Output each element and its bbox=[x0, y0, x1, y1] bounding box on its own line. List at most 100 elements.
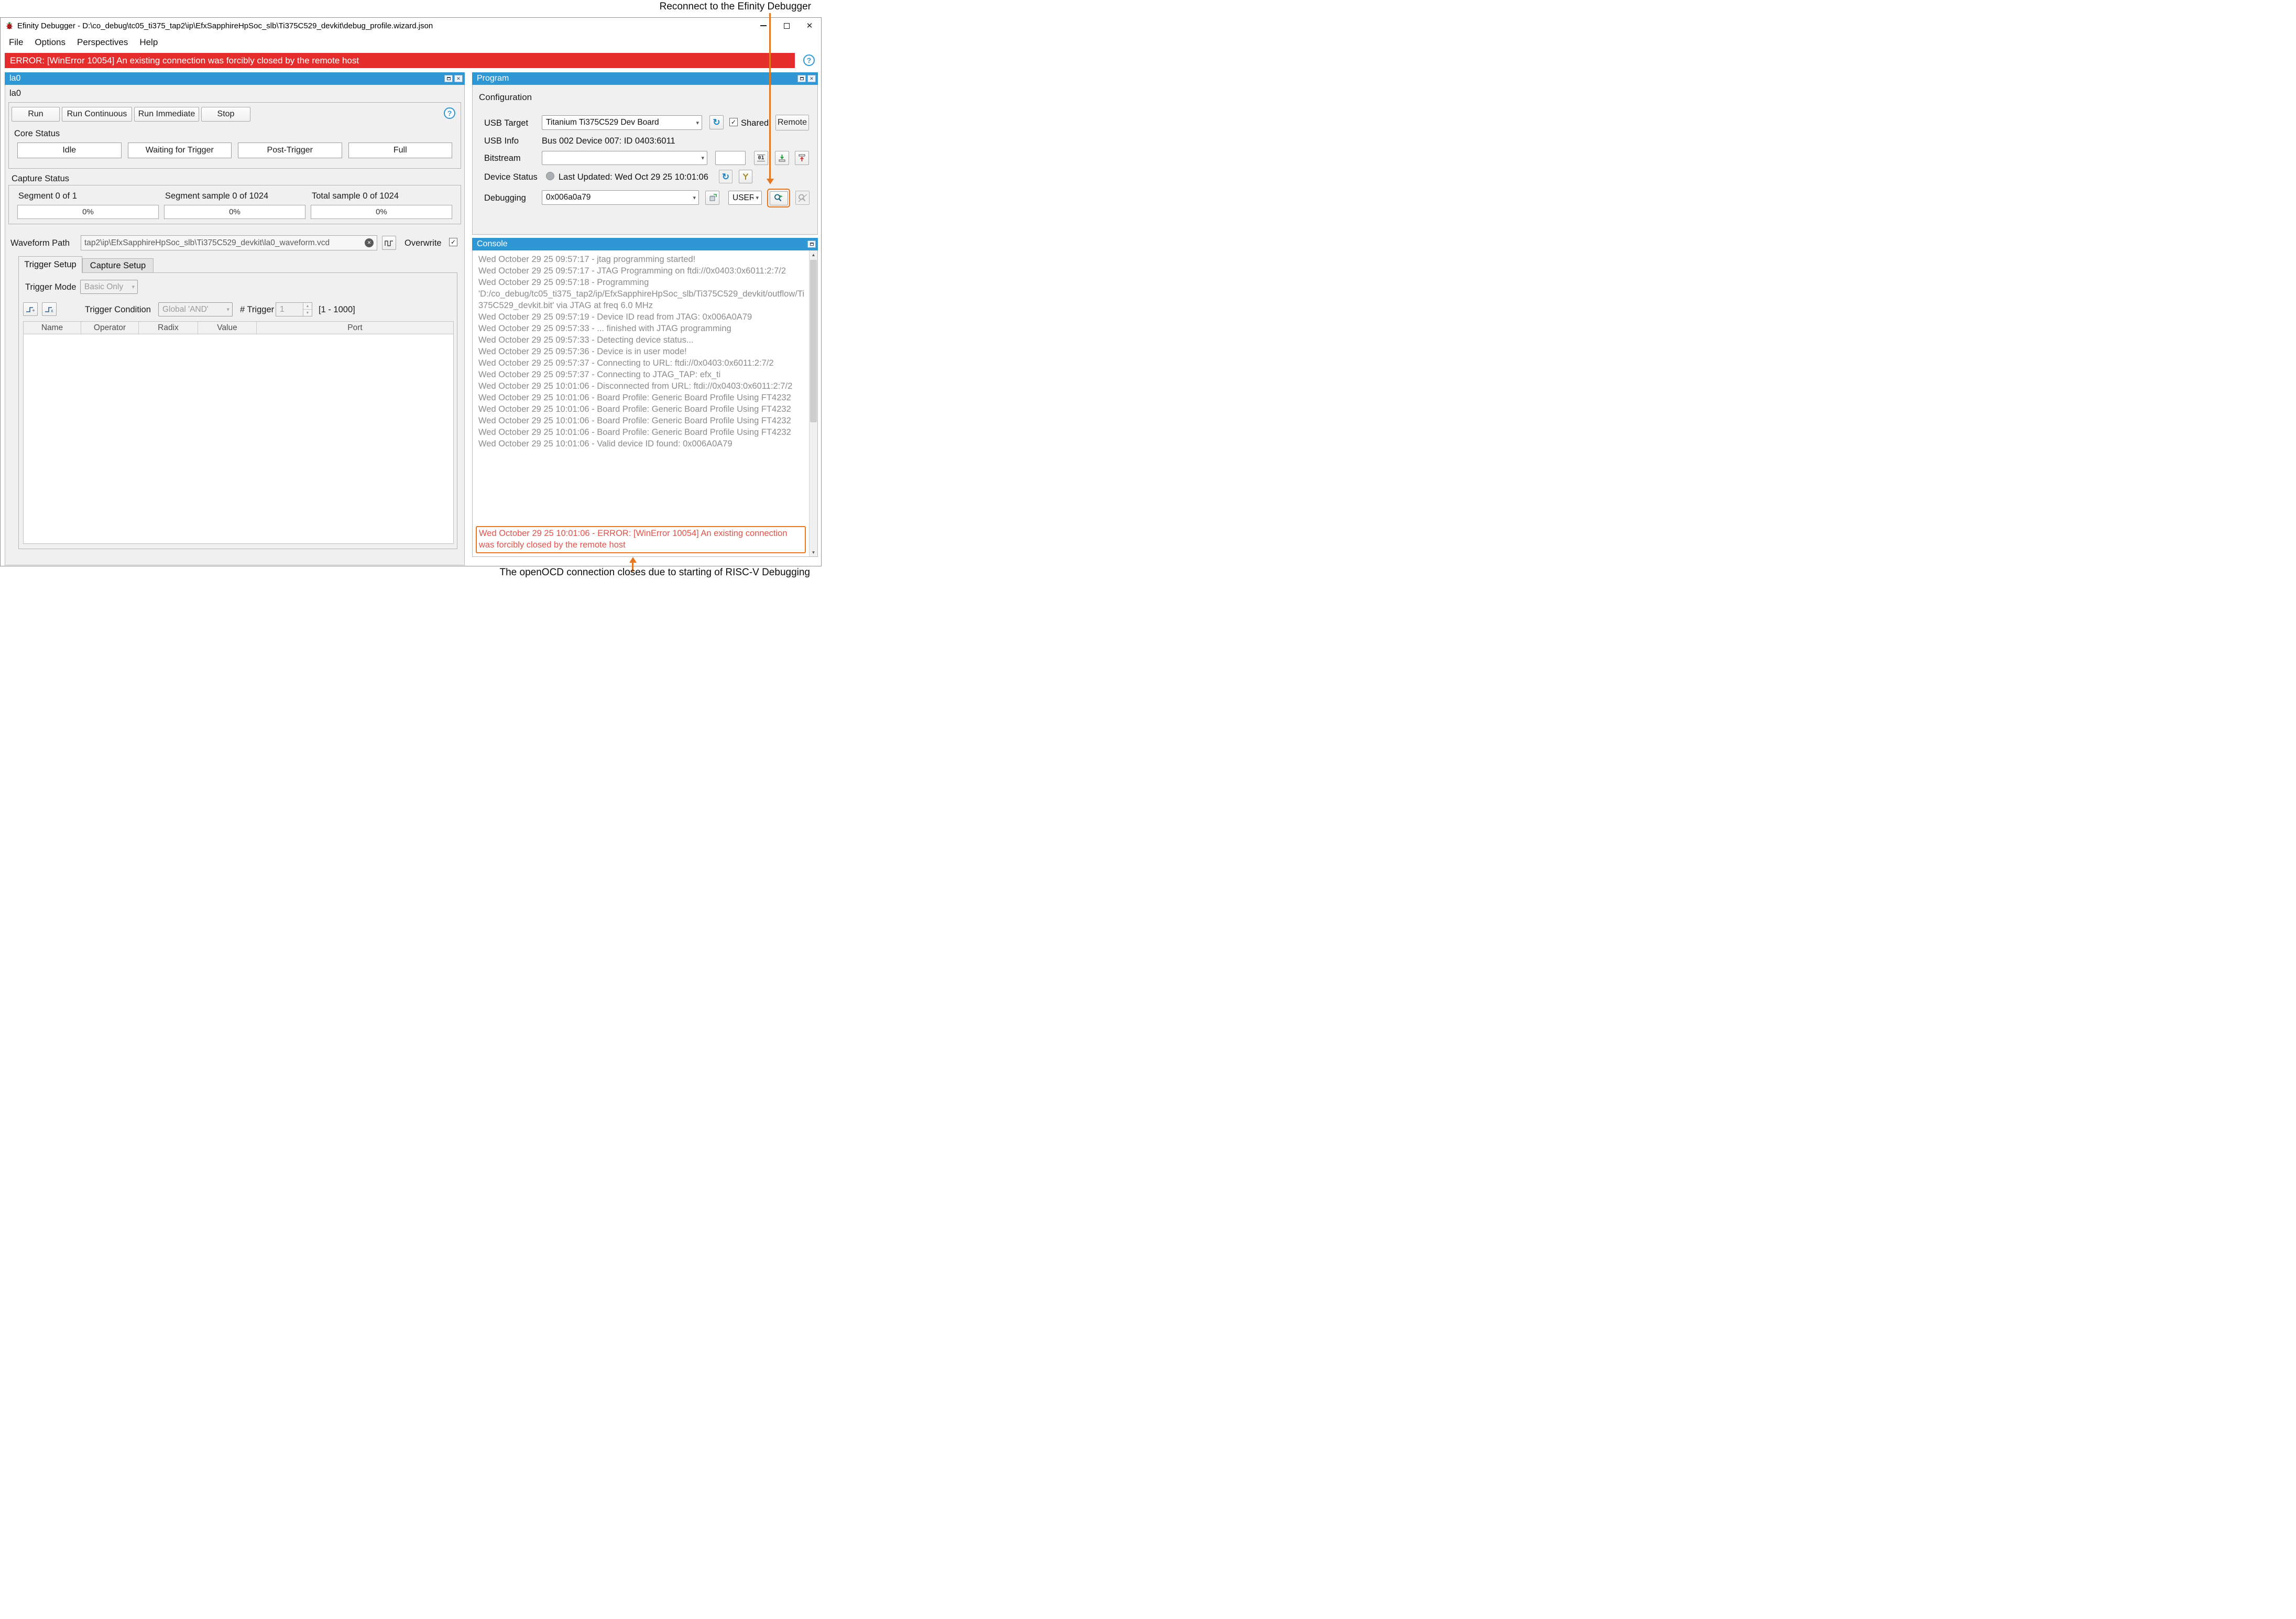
jtag-chain-button[interactable] bbox=[739, 170, 752, 183]
device-status-label: Device Status bbox=[484, 172, 538, 182]
program-device-button[interactable] bbox=[775, 151, 789, 165]
refresh-icon: ↻ bbox=[722, 172, 729, 181]
program-close-button[interactable]: ✕ bbox=[807, 75, 816, 82]
la0-panel-header: la0 ✕ bbox=[5, 72, 465, 85]
overwrite-checkbox[interactable]: ✓ bbox=[449, 238, 457, 246]
trigger-count-value: 1 bbox=[276, 303, 303, 316]
menu-item[interactable]: Perspectives bbox=[71, 35, 134, 50]
capture-segment: Segment 0 of 1 0% bbox=[17, 190, 159, 219]
remote-button[interactable]: Remote bbox=[775, 115, 809, 130]
menu-item[interactable]: File bbox=[3, 35, 29, 50]
capture-segment: Segment sample 0 of 1024 0% bbox=[164, 190, 305, 219]
maximize-button[interactable] bbox=[775, 18, 798, 34]
annotation-openocd-label: The openOCD connection closes due to sta… bbox=[500, 567, 811, 578]
trigger-add-icon: + bbox=[25, 305, 36, 314]
core-status-cell: Idle bbox=[17, 143, 122, 158]
capture-segment: Total sample 0 of 1024 0% bbox=[311, 190, 452, 219]
add-trigger-button[interactable]: + bbox=[23, 302, 38, 316]
program-float-button[interactable] bbox=[797, 75, 806, 82]
chip-icon bbox=[708, 194, 717, 202]
console-log-line: Wed October 29 25 09:57:37 - Connecting … bbox=[478, 369, 806, 380]
remove-trigger-button[interactable]: x bbox=[42, 302, 57, 316]
restore-icon bbox=[800, 77, 804, 80]
minimize-button[interactable] bbox=[752, 18, 775, 34]
scrollbar-thumb[interactable] bbox=[810, 260, 817, 422]
usb-info-label: USB Info bbox=[484, 136, 519, 146]
capture-status-label: Capture Status bbox=[12, 174, 69, 184]
trigger-table-column-header[interactable]: Name bbox=[24, 322, 81, 334]
waveform-path-label: Waveform Path bbox=[10, 238, 70, 248]
trigger-table-column-header[interactable]: Value bbox=[198, 322, 257, 334]
debugging-label: Debugging bbox=[484, 193, 526, 203]
shared-checkbox[interactable]: ✓ bbox=[729, 118, 738, 126]
usb-target-label: USB Target bbox=[484, 118, 528, 128]
stop-program-button[interactable] bbox=[795, 151, 809, 165]
console-log-line: Wed October 29 25 10:01:06 - Disconnecte… bbox=[478, 380, 806, 392]
program-panel: Program ✕ Configuration USB Target Titan… bbox=[472, 72, 818, 235]
bitstream-aux-field[interactable] bbox=[715, 151, 746, 165]
waveform-path-field[interactable]: tap2\ip\EfxSapphireHpSoc_slb\Ti375C529_d… bbox=[81, 235, 377, 250]
capture-segment-label: Total sample 0 of 1024 bbox=[312, 191, 452, 201]
capture-progress-bar: 0% bbox=[164, 205, 305, 219]
scroll-down-icon[interactable]: ▼ bbox=[810, 548, 817, 556]
usb-info-value: Bus 002 Device 007: ID 0403:6011 bbox=[542, 136, 675, 146]
trigger-mode-select[interactable]: Basic Only ▾ bbox=[80, 280, 138, 294]
trigger-condition-select[interactable]: Global 'AND' ▾ bbox=[158, 302, 233, 316]
refresh-usb-button[interactable]: ↻ bbox=[709, 115, 724, 129]
help-icon[interactable]: ? bbox=[803, 54, 815, 66]
menu-item[interactable]: Options bbox=[29, 35, 71, 50]
debugging-id-select[interactable]: 0x006a0a79 ▾ bbox=[542, 190, 699, 205]
capture-progress-bar: 0% bbox=[17, 205, 159, 219]
disconnect-debugger-button[interactable] bbox=[795, 191, 810, 205]
console-log-line: Wed October 29 25 09:57:36 - Device is i… bbox=[478, 346, 806, 357]
close-icon: ✕ bbox=[810, 76, 814, 81]
window-controls: ✕ bbox=[752, 18, 821, 34]
device-status-indicator-icon bbox=[546, 172, 554, 180]
open-waveform-button[interactable] bbox=[382, 236, 396, 250]
console-log-line: Wed October 29 25 09:57:33 - Detecting d… bbox=[478, 334, 806, 346]
la0-instance-label: la0 bbox=[9, 89, 21, 99]
clear-path-icon[interactable]: ✕ bbox=[365, 238, 374, 247]
refresh-status-button[interactable]: ↻ bbox=[719, 170, 732, 183]
stop-button[interactable]: Stop bbox=[201, 107, 250, 122]
chevron-down-icon: ▾ bbox=[694, 119, 699, 126]
usb-target-select[interactable]: Titanium Ti375C529 Dev Board ▾ bbox=[542, 115, 702, 130]
bitstream-select[interactable]: ▾ bbox=[542, 151, 707, 165]
help-icon[interactable]: ? bbox=[444, 107, 455, 119]
console-float-button[interactable] bbox=[807, 240, 816, 248]
trigger-count-spinner[interactable]: 1 ▲ ▼ bbox=[276, 302, 312, 316]
close-button[interactable]: ✕ bbox=[798, 18, 821, 34]
debug-connect-icon bbox=[773, 193, 784, 203]
chevron-down-icon: ▾ bbox=[699, 155, 704, 161]
tab-trigger-setup[interactable]: Trigger Setup bbox=[18, 256, 82, 273]
trigger-table-column-header[interactable]: Radix bbox=[139, 322, 198, 334]
program-panel-body: Configuration USB Target Titanium Ti375C… bbox=[472, 85, 818, 235]
trigger-table-column-header[interactable]: Operator bbox=[81, 322, 139, 334]
binary-mode-button[interactable]: 01 bbox=[754, 151, 768, 165]
debug-chip-button[interactable] bbox=[705, 191, 719, 205]
la0-float-button[interactable] bbox=[444, 75, 453, 82]
console-scrollbar[interactable]: ▲ ▼ bbox=[809, 250, 817, 556]
user-register-select[interactable]: USER1 ▾ bbox=[728, 191, 762, 205]
la0-close-button[interactable]: ✕ bbox=[454, 75, 463, 82]
run-immediate-button[interactable]: Run Immediate bbox=[134, 107, 199, 122]
app-window: Efinity Debugger - D:\co_debug\tc05_ti37… bbox=[0, 17, 822, 566]
spin-up-icon[interactable]: ▲ bbox=[303, 303, 312, 310]
trigger-mode-value: Basic Only bbox=[84, 282, 123, 292]
run-continuous-button[interactable]: Run Continuous bbox=[62, 107, 132, 122]
menu-item[interactable]: Help bbox=[134, 35, 163, 50]
run-button[interactable]: Run bbox=[12, 107, 60, 122]
spin-down-icon[interactable]: ▼ bbox=[303, 310, 312, 316]
scroll-up-icon[interactable]: ▲ bbox=[810, 250, 817, 259]
restore-icon bbox=[447, 77, 451, 80]
trigger-table-body bbox=[23, 334, 454, 544]
capture-status-group: Segment 0 of 1 0% Segment sample 0 of 10… bbox=[8, 185, 461, 224]
close-icon: ✕ bbox=[456, 76, 461, 81]
reconnect-debugger-button[interactable] bbox=[770, 191, 788, 205]
trigger-table-header: NameOperatorRadixValuePort bbox=[23, 321, 454, 334]
capture-segment-label: Segment 0 of 1 bbox=[18, 191, 159, 201]
tab-capture-setup[interactable]: Capture Setup bbox=[82, 258, 154, 273]
chevron-down-icon: ▾ bbox=[129, 283, 135, 290]
trigger-table-column-header[interactable]: Port bbox=[257, 322, 453, 334]
program-stop-icon bbox=[798, 154, 806, 162]
